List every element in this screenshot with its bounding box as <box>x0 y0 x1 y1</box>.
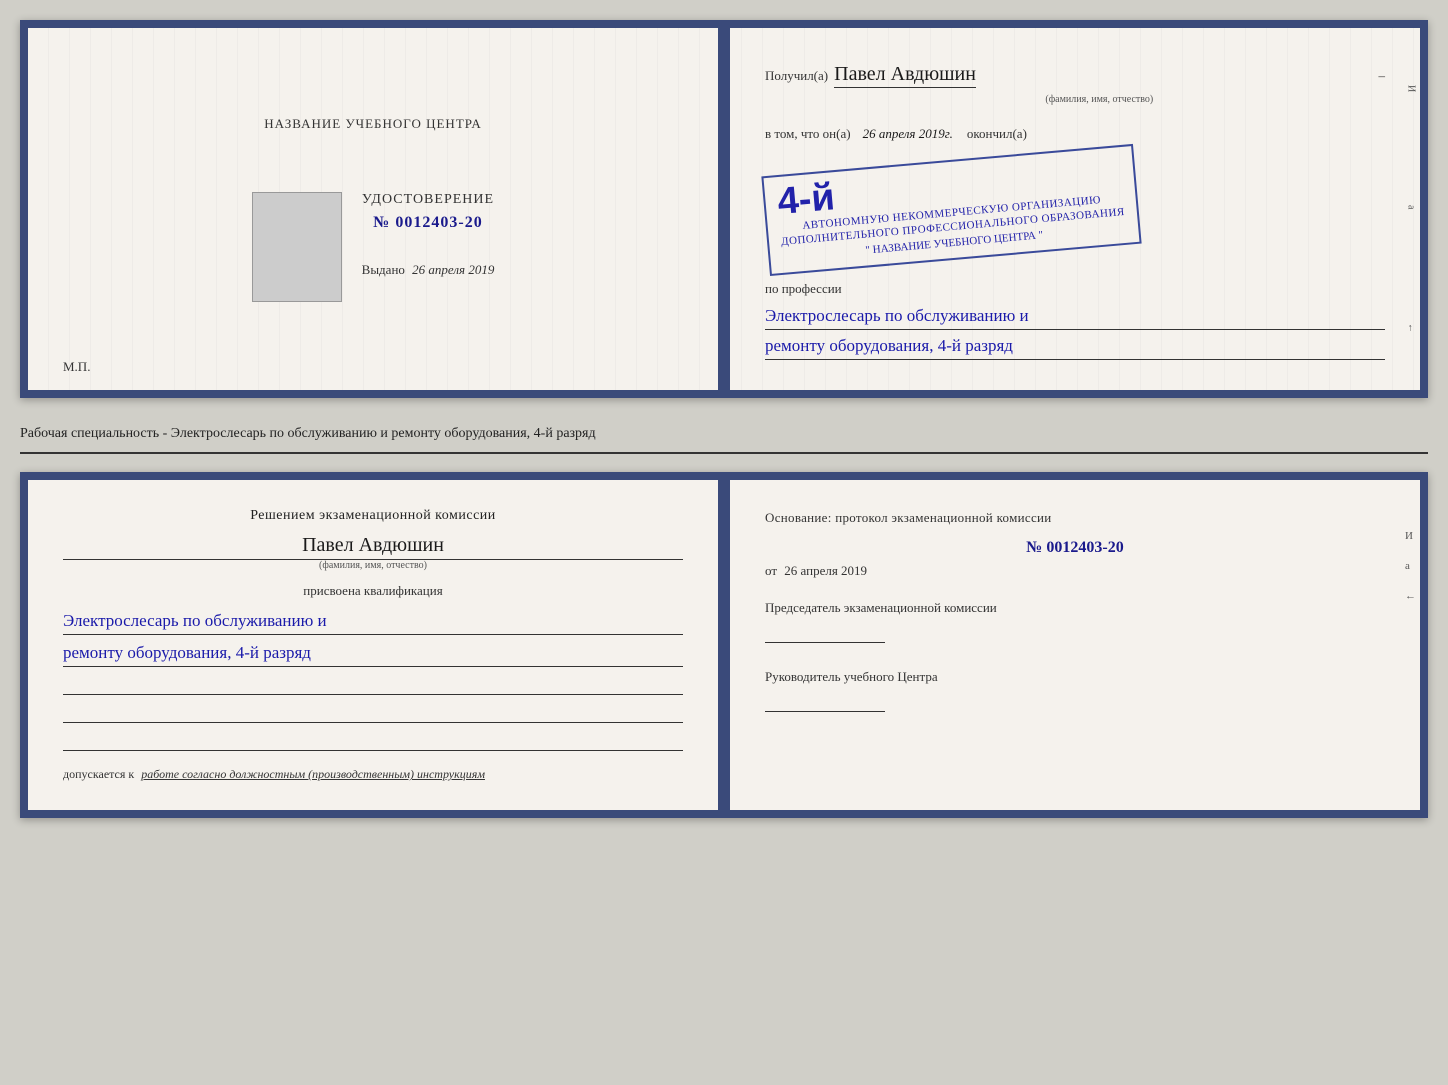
right-edge-marks: И а ← <box>1402 28 1420 390</box>
kvalif-line1: Электрослесарь по обслуживанию и <box>63 607 683 635</box>
kvalif-line2: ремонту оборудования, 4-й разряд <box>63 639 683 667</box>
predsedatel-label: Председатель экзаменационной комиссии <box>765 599 1385 617</box>
dopusk-label: допускается к <box>63 767 134 781</box>
vydano-date: 26 апреля 2019 <box>412 262 494 277</box>
bottom-right-edge-marks: И а ← <box>1405 530 1416 602</box>
vtom-date: 26 апреля 2019г. <box>863 124 953 145</box>
bottom-edge-1: И <box>1405 530 1416 542</box>
photo-placeholder <box>252 192 342 302</box>
ot-date-value: 26 апреля 2019 <box>784 563 867 578</box>
recipient-name: Павел Авдюшин <box>834 63 976 88</box>
bottom-right-page: Основание: протокол экзаменационной коми… <box>730 480 1420 810</box>
ot-label: от <box>765 563 777 578</box>
predsedatel-section: Председатель экзаменационной комиссии <box>765 599 1385 648</box>
bottom-left-page: Решением экзаменационной комиссии Павел … <box>28 480 718 810</box>
vtom-section: в том, что он(а) 26 апреля 2019г. окончи… <box>765 124 1385 145</box>
uchebniy-centr-label: НАЗВАНИЕ УЧЕБНОГО ЦЕНТРА <box>264 116 481 132</box>
sig-line-1 <box>63 675 683 695</box>
predsedatel-sig-line <box>765 623 885 643</box>
mp-label: М.П. <box>63 359 90 375</box>
edge-mark-2: а <box>1406 205 1417 209</box>
top-right-page: Получил(а) Павел Авдюшин (фамилия, имя, … <box>730 28 1420 390</box>
udostoverenie-number: № 0012403-20 <box>362 214 495 232</box>
booklet-spine <box>718 28 730 390</box>
bottom-edge-2: а <box>1405 560 1416 572</box>
dopusk-text: работе согласно должностным (производств… <box>141 767 485 781</box>
bottom-fio-subtitle: (фамилия, имя, отчество) <box>63 560 683 571</box>
vydano-label: Выдано <box>362 262 405 277</box>
resheniem-title: Решением экзаменационной комиссии <box>63 508 683 524</box>
bottom-booklet: Решением экзаменационной комиссии Павел … <box>20 472 1428 818</box>
profession-line2: ремонту оборудования, 4-й разряд <box>765 332 1385 360</box>
udostoverenie-title: УДОСТОВЕРЕНИЕ <box>362 192 495 208</box>
stamp-area: 4-й АВТОНОМНУЮ НЕКОММЕРЧЕСКУЮ ОРГАНИЗАЦИ… <box>765 155 1385 265</box>
sig-line-2 <box>63 703 683 723</box>
stamp-box: 4-й АВТОНОМНУЮ НЕКОММЕРЧЕСКУЮ ОРГАНИЗАЦИ… <box>761 144 1141 276</box>
bottom-booklet-spine <box>718 480 730 810</box>
top-booklet: НАЗВАНИЕ УЧЕБНОГО ЦЕНТРА УДОСТОВЕРЕНИЕ №… <box>20 20 1428 398</box>
dopusk-section: допускается к работе согласно должностны… <box>63 767 683 782</box>
profession-line1: Электрослесарь по обслуживанию и <box>765 302 1385 330</box>
po-professii-label: по профессии <box>765 281 842 296</box>
poluchil-label: Получил(а) <box>765 66 828 87</box>
po-professii-section: по профессии Электрослесарь по обслужива… <box>765 279 1385 360</box>
prisvоена-label: присвоена квалификация <box>63 583 683 599</box>
sig-line-3 <box>63 731 683 751</box>
vtom-label: в том, что он(а) <box>765 124 851 145</box>
rukovoditel-section: Руководитель учебного Центра <box>765 668 1385 717</box>
udostoverenie-block: УДОСТОВЕРЕНИЕ № 0012403-20 <box>362 192 495 232</box>
vydano-line: Выдано 26 апреля 2019 <box>362 262 495 278</box>
fio-subtitle: (фамилия, имя, отчество) <box>834 92 1364 108</box>
rukovoditel-label: Руководитель учебного Центра <box>765 668 1385 686</box>
poluchil-line: Получил(а) Павел Авдюшин (фамилия, имя, … <box>765 58 1385 108</box>
bottom-recipient-name: Павел Авдюшин <box>63 534 683 560</box>
edge-mark-3: ← <box>1406 323 1417 333</box>
bottom-edge-3: ← <box>1405 590 1416 602</box>
ot-date: от 26 апреля 2019 <box>765 563 1385 579</box>
protocol-number: № 0012403-20 <box>765 539 1385 557</box>
okoncil-label: окончил(а) <box>967 124 1027 145</box>
rukovoditel-sig-line <box>765 692 885 712</box>
middle-description: Рабочая специальность - Электрослесарь п… <box>20 416 1428 454</box>
top-left-page: НАЗВАНИЕ УЧЕБНОГО ЦЕНТРА УДОСТОВЕРЕНИЕ №… <box>28 28 718 390</box>
osnovanie-label: Основание: протокол экзаменационной коми… <box>765 508 1385 529</box>
edge-mark-1: И <box>1406 85 1417 92</box>
